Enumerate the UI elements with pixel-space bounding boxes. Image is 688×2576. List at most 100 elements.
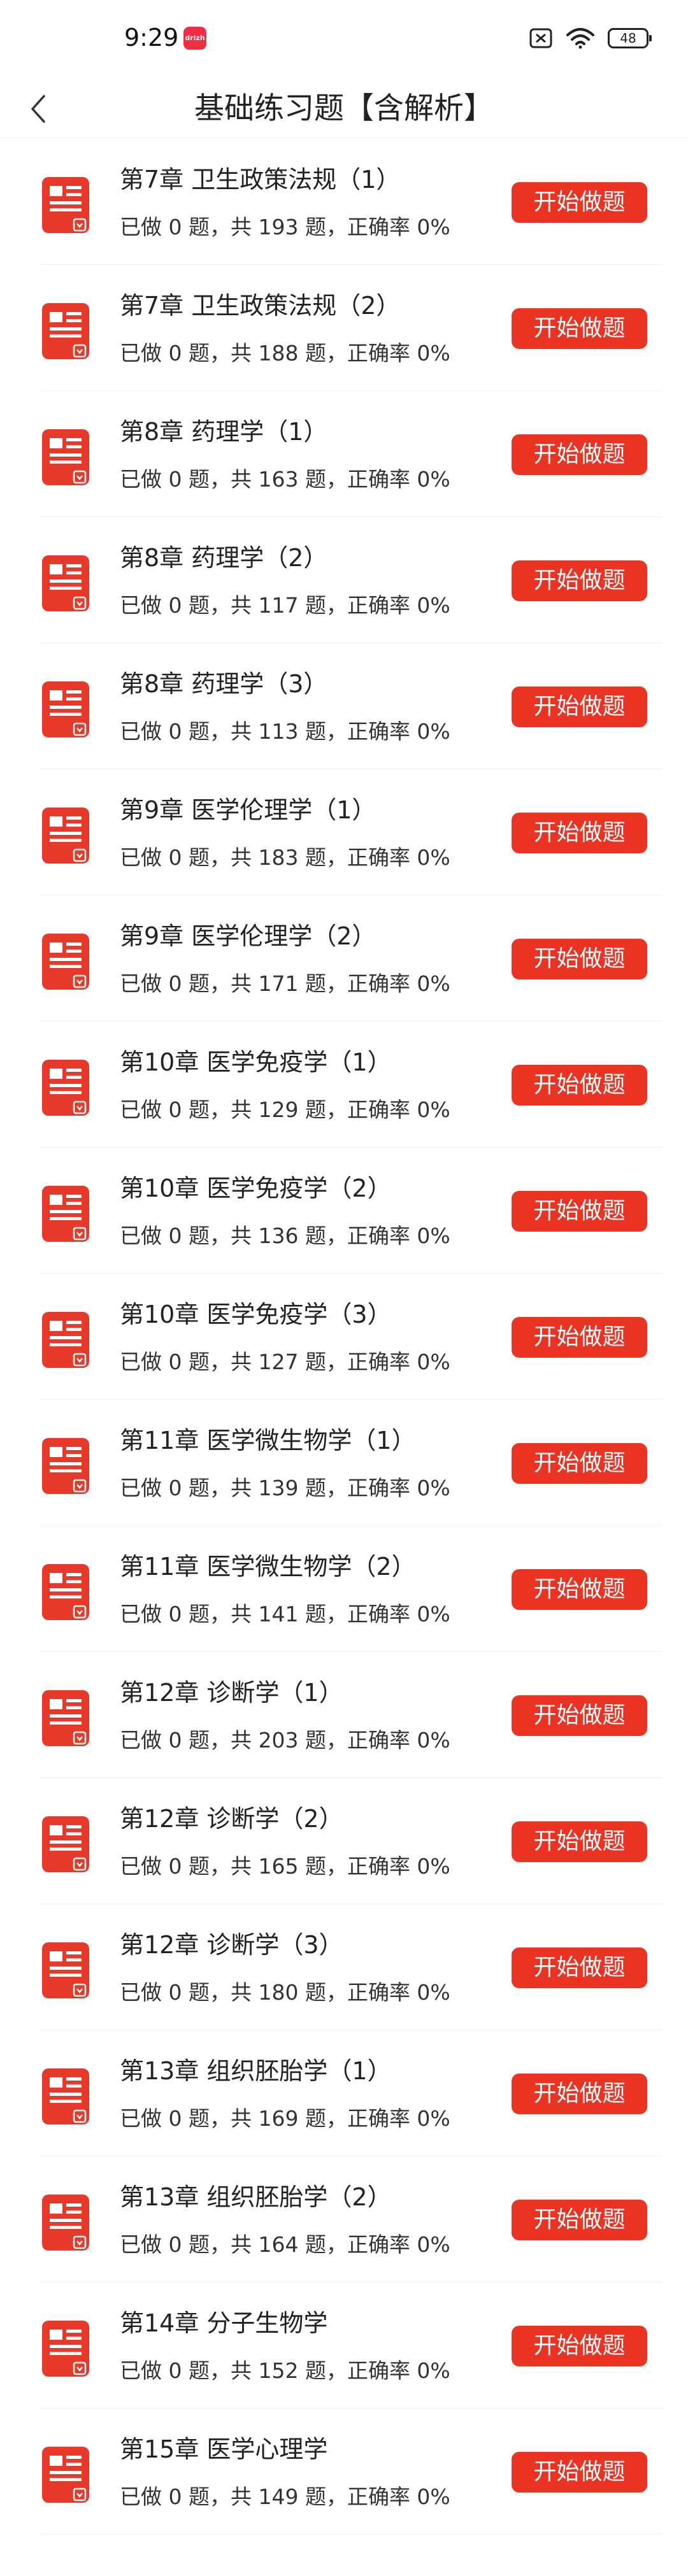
item-title: 第11章 医学微生物学（2） bbox=[120, 1553, 416, 1581]
list-item[interactable]: 第13章 组织胚胎学（1） 已做 0 题，共 169 题，正确率 0% 开始做题 bbox=[0, 2030, 688, 2156]
list-item[interactable]: 第9章 医学伦理学（2） 已做 0 题，共 171 题，正确率 0% 开始做题 bbox=[0, 895, 688, 1021]
nav-bar: 基础练习题【含解析】 bbox=[0, 80, 688, 138]
item-stats: 已做 0 题，共 165 题，正确率 0% bbox=[120, 1854, 450, 1879]
list-item[interactable]: 第11章 医学微生物学（2） 已做 0 题，共 141 题，正确率 0% 开始做… bbox=[0, 1526, 688, 1652]
item-stats: 已做 0 题，共 117 题，正确率 0% bbox=[120, 593, 450, 618]
start-quiz-button[interactable]: 开始做题 bbox=[512, 1821, 647, 1862]
list-item[interactable]: 第8章 药理学（1） 已做 0 题，共 163 题，正确率 0% 开始做题 bbox=[0, 391, 688, 517]
item-title: 第12章 诊断学（1） bbox=[120, 1679, 343, 1707]
document-icon bbox=[42, 2321, 89, 2377]
item-title: 第8章 药理学（3） bbox=[120, 670, 328, 698]
item-stats: 已做 0 题，共 152 题，正确率 0% bbox=[120, 2358, 450, 2383]
item-title: 第9章 医学伦理学（1） bbox=[120, 796, 376, 824]
document-icon bbox=[42, 2068, 89, 2124]
item-title: 第8章 药理学（1） bbox=[120, 418, 328, 446]
start-quiz-button[interactable]: 开始做题 bbox=[512, 1191, 647, 1232]
document-icon bbox=[42, 1690, 89, 1746]
document-icon bbox=[42, 681, 89, 737]
list-item[interactable]: 第10章 医学免疫学（1） 已做 0 题，共 129 题，正确率 0% 开始做题 bbox=[0, 1021, 688, 1148]
item-title: 第10章 医学免疫学（3） bbox=[120, 1300, 392, 1328]
battery-indicator: 48 bbox=[608, 28, 652, 48]
list-item[interactable]: 第10章 医学免疫学（3） 已做 0 题，共 127 题，正确率 0% 开始做题 bbox=[0, 1274, 688, 1400]
item-title: 第10章 医学免疫学（2） bbox=[120, 1174, 392, 1202]
list-item[interactable]: 第14章 分子生物学 已做 0 题，共 152 题，正确率 0% 开始做题 bbox=[0, 2282, 688, 2409]
start-quiz-button[interactable]: 开始做题 bbox=[512, 1443, 647, 1484]
item-stats: 已做 0 题，共 171 题，正确率 0% bbox=[120, 971, 450, 996]
item-title: 第7章 卫生政策法规（1） bbox=[120, 166, 401, 194]
document-icon bbox=[42, 2195, 89, 2251]
list-item[interactable]: 第7章 卫生政策法规（1） 已做 0 题，共 193 题，正确率 0% 开始做题 bbox=[0, 139, 688, 265]
item-stats: 已做 0 题，共 141 题，正确率 0% bbox=[120, 1602, 450, 1626]
start-quiz-button[interactable]: 开始做题 bbox=[512, 308, 647, 349]
start-quiz-button[interactable]: 开始做题 bbox=[512, 1695, 647, 1736]
item-stats: 已做 0 题，共 127 题，正确率 0% bbox=[120, 1349, 450, 1374]
document-icon bbox=[42, 934, 89, 990]
start-quiz-button[interactable]: 开始做题 bbox=[512, 2452, 647, 2493]
item-title: 第9章 医学伦理学（2） bbox=[120, 922, 376, 950]
item-title: 第12章 诊断学（2） bbox=[120, 1805, 343, 1833]
item-stats: 已做 0 题，共 129 题，正确率 0% bbox=[120, 1097, 450, 1122]
item-title: 第12章 诊断学（3） bbox=[120, 1931, 343, 1959]
item-stats: 已做 0 题，共 180 题，正确率 0% bbox=[120, 1980, 450, 2005]
start-quiz-button[interactable]: 开始做题 bbox=[512, 434, 647, 475]
start-quiz-button[interactable]: 开始做题 bbox=[512, 813, 647, 853]
item-stats: 已做 0 题，共 169 题，正确率 0% bbox=[120, 2106, 450, 2131]
item-stats: 已做 0 题，共 136 题，正确率 0% bbox=[120, 1223, 450, 1248]
start-quiz-button[interactable]: 开始做题 bbox=[512, 1947, 647, 1988]
list-item[interactable]: 第9章 医学伦理学（1） 已做 0 题，共 183 题，正确率 0% 开始做题 bbox=[0, 769, 688, 895]
list-item[interactable]: 第12章 诊断学（3） 已做 0 题，共 180 题，正确率 0% 开始做题 bbox=[0, 1904, 688, 2030]
item-title: 第7章 卫生政策法规（2） bbox=[120, 292, 401, 320]
item-stats: 已做 0 题，共 188 题，正确率 0% bbox=[120, 341, 450, 366]
document-icon bbox=[42, 555, 89, 611]
list-item[interactable]: 第8章 药理学（2） 已做 0 题，共 117 题，正确率 0% 开始做题 bbox=[0, 517, 688, 643]
item-title: 第8章 药理学（2） bbox=[120, 544, 328, 572]
list-item[interactable]: 第12章 诊断学（2） 已做 0 题，共 165 题，正确率 0% 开始做题 bbox=[0, 1778, 688, 1904]
start-quiz-button[interactable]: 开始做题 bbox=[512, 1569, 647, 1610]
item-stats: 已做 0 题，共 139 题，正确率 0% bbox=[120, 1476, 450, 1500]
document-icon bbox=[42, 808, 89, 864]
item-stats: 已做 0 题，共 193 题，正确率 0% bbox=[120, 215, 450, 239]
list-item[interactable]: 第11章 医学微生物学（1） 已做 0 题，共 139 题，正确率 0% 开始做… bbox=[0, 1400, 688, 1526]
item-title: 第15章 医学心理学 bbox=[120, 2435, 328, 2463]
status-bar: 9:29 drizh 48 bbox=[0, 0, 688, 80]
document-icon bbox=[42, 1060, 89, 1116]
chapter-list: 第7章 卫生政策法规（1） 已做 0 题，共 193 题，正确率 0% 开始做题… bbox=[0, 139, 688, 2535]
document-icon bbox=[42, 429, 89, 485]
document-icon bbox=[42, 1312, 89, 1368]
list-item[interactable]: 第7章 卫生政策法规（2） 已做 0 题，共 188 题，正确率 0% 开始做题 bbox=[0, 265, 688, 391]
status-indicators: 48 bbox=[529, 24, 652, 52]
document-icon bbox=[42, 303, 89, 359]
item-stats: 已做 0 题，共 113 题，正确率 0% bbox=[120, 719, 450, 744]
item-stats: 已做 0 题，共 183 题，正确率 0% bbox=[120, 845, 450, 870]
item-stats: 已做 0 题，共 203 题，正确率 0% bbox=[120, 1728, 450, 1753]
item-title: 第13章 组织胚胎学（1） bbox=[120, 2057, 392, 2085]
start-quiz-button[interactable]: 开始做题 bbox=[512, 1065, 647, 1106]
list-item[interactable]: 第12章 诊断学（1） 已做 0 题，共 203 题，正确率 0% 开始做题 bbox=[0, 1652, 688, 1778]
document-icon bbox=[42, 177, 89, 233]
list-item[interactable]: 第15章 医学心理学 已做 0 题，共 149 题，正确率 0% 开始做题 bbox=[0, 2409, 688, 2535]
document-icon bbox=[42, 1942, 89, 1998]
start-quiz-button[interactable]: 开始做题 bbox=[512, 939, 647, 979]
item-stats: 已做 0 题，共 164 题，正确率 0% bbox=[120, 2232, 450, 2257]
page-title: 基础练习题【含解析】 bbox=[194, 91, 494, 126]
list-item[interactable]: 第8章 药理学（3） 已做 0 题，共 113 题，正确率 0% 开始做题 bbox=[0, 643, 688, 769]
start-quiz-button[interactable]: 开始做题 bbox=[512, 560, 647, 601]
start-quiz-button[interactable]: 开始做题 bbox=[512, 182, 647, 223]
item-title: 第11章 医学微生物学（1） bbox=[120, 1427, 416, 1455]
item-stats: 已做 0 题，共 163 题，正确率 0% bbox=[120, 467, 450, 492]
document-icon bbox=[42, 1564, 89, 1620]
item-title: 第10章 医学免疫学（1） bbox=[120, 1048, 392, 1076]
wifi-icon bbox=[566, 28, 594, 49]
app-notification-icon: drizh bbox=[183, 27, 206, 50]
start-quiz-button[interactable]: 开始做题 bbox=[512, 2200, 647, 2240]
status-time: 9:29 bbox=[124, 24, 179, 52]
start-quiz-button[interactable]: 开始做题 bbox=[512, 2074, 647, 2114]
sim-off-icon bbox=[529, 28, 552, 48]
start-quiz-button[interactable]: 开始做题 bbox=[512, 1317, 647, 1358]
list-item[interactable]: 第10章 医学免疫学（2） 已做 0 题，共 136 题，正确率 0% 开始做题 bbox=[0, 1148, 688, 1274]
start-quiz-button[interactable]: 开始做题 bbox=[512, 2326, 647, 2366]
document-icon bbox=[42, 1816, 89, 1872]
list-item[interactable]: 第13章 组织胚胎学（2） 已做 0 题，共 164 题，正确率 0% 开始做题 bbox=[0, 2156, 688, 2282]
start-quiz-button[interactable]: 开始做题 bbox=[512, 687, 647, 727]
document-icon bbox=[42, 1438, 89, 1494]
